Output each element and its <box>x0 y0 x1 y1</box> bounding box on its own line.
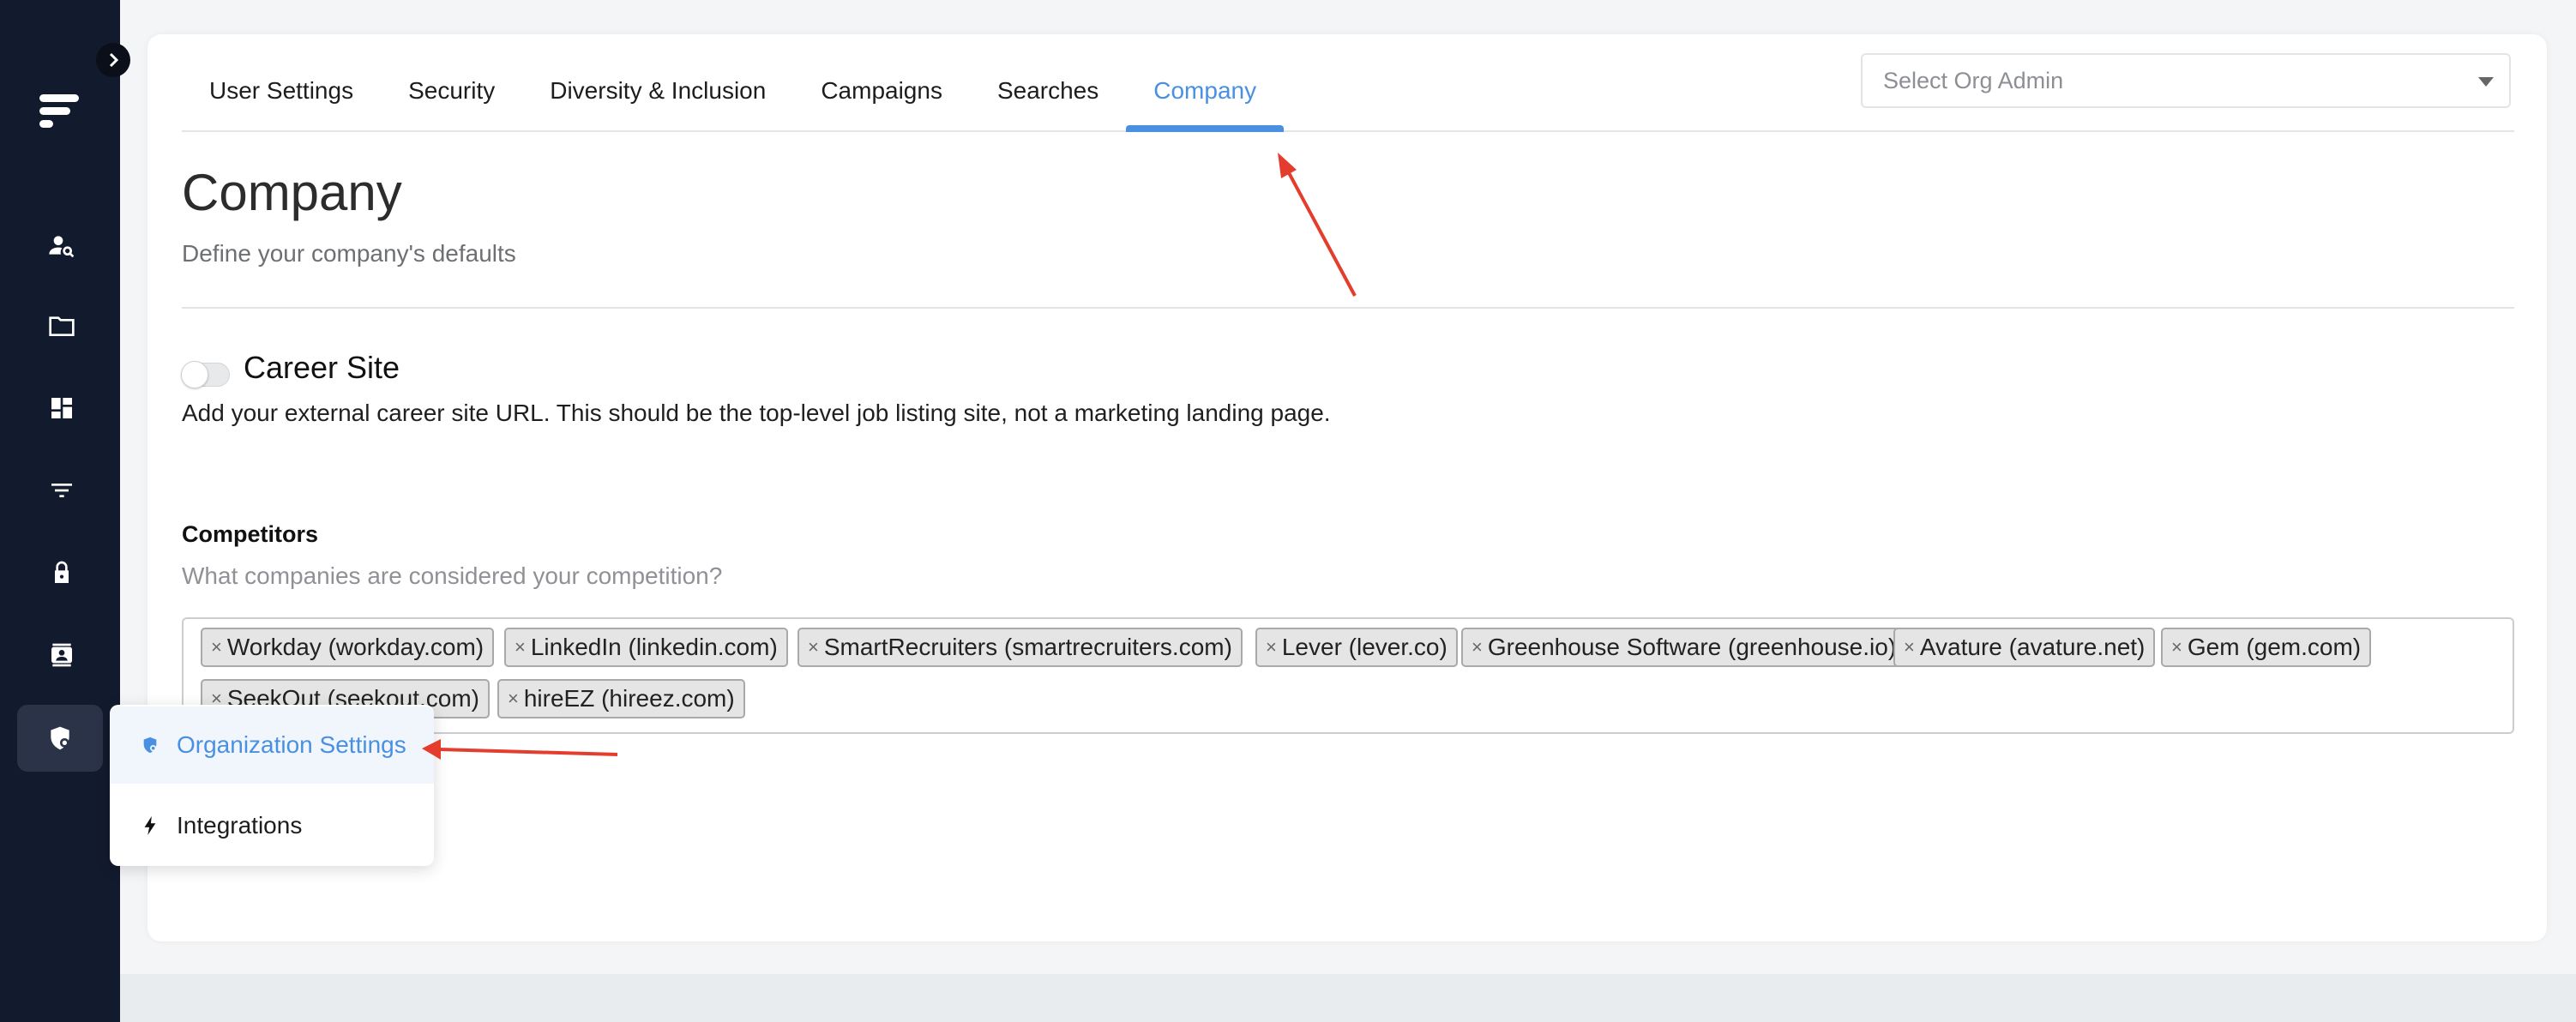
sidebar-expand-button[interactable] <box>96 43 130 77</box>
career-site-title: Career Site <box>244 350 400 385</box>
tag-label: LinkedIn (linkedin.com) <box>530 634 778 660</box>
remove-tag-icon[interactable]: × <box>1266 636 1277 658</box>
toggle-knob <box>181 361 208 388</box>
sidebar <box>0 0 120 1022</box>
remove-tag-icon[interactable]: × <box>211 636 222 658</box>
tag-label: Workday (workday.com) <box>226 634 485 660</box>
tab-security[interactable]: Security <box>381 77 522 130</box>
competitor-tag: × Gem (gem.com) <box>2161 628 2372 667</box>
tag-label: Greenhouse Software (greenhouse.io) <box>1487 634 1897 660</box>
tab-campaigns[interactable]: Campaigns <box>793 77 970 130</box>
tab-company[interactable]: Company <box>1126 77 1284 132</box>
person-search-icon[interactable] <box>34 218 89 273</box>
tab-searches[interactable]: Searches <box>970 77 1126 130</box>
tag-label: Avature (avature.net) <box>1919 634 2146 660</box>
settings-popover-menu: Organization Settings Integrations <box>110 705 434 866</box>
page-title: Company <box>182 164 402 221</box>
shield-gear-icon <box>139 734 161 756</box>
remove-tag-icon[interactable]: × <box>508 688 519 710</box>
remove-tag-icon[interactable]: × <box>2171 636 2182 658</box>
menu-item-label: Integrations <box>177 812 303 839</box>
tab-diversity-inclusion[interactable]: Diversity & Inclusion <box>522 77 793 130</box>
remove-tag-icon[interactable]: × <box>1904 636 1915 658</box>
contact-card-icon[interactable] <box>34 628 89 682</box>
career-site-description: Add your external career site URL. This … <box>182 400 1331 426</box>
caret-down-icon <box>2478 77 2494 87</box>
competitor-tag: × LinkedIn (linkedin.com) <box>504 628 788 667</box>
menu-item-integrations[interactable]: Integrations <box>110 787 434 864</box>
tag-label: Lever (lever.co) <box>1281 634 1447 660</box>
settings-card: User Settings Security Diversity & Inclu… <box>147 34 2547 941</box>
competitor-tag: × SmartRecruiters (smartrecruiters.com) <box>797 628 1243 667</box>
competitor-tag: × Workday (workday.com) <box>201 628 495 667</box>
competitors-label: Competitors <box>182 521 319 547</box>
menu-item-organization-settings[interactable]: Organization Settings <box>110 706 434 784</box>
page-footer-strip <box>120 974 2576 1022</box>
org-admin-select[interactable]: Select Org Admin <box>1861 53 2511 108</box>
menu-item-label: Organization Settings <box>177 731 406 758</box>
lock-icon[interactable] <box>34 545 89 600</box>
shield-gear-icon <box>51 726 69 750</box>
competitors-help-text: What companies are considered your compe… <box>182 562 723 589</box>
career-site-toggle[interactable] <box>181 361 230 388</box>
folder-icon[interactable] <box>34 298 89 353</box>
remove-tag-icon[interactable]: × <box>1472 636 1483 658</box>
chevron-right-icon <box>109 52 119 68</box>
competitor-tag: × Avature (avature.net) <box>1893 628 2156 667</box>
competitor-tag: × Greenhouse Software (greenhouse.io) <box>1461 628 1907 667</box>
page-subtitle: Define your company's defaults <box>182 240 516 267</box>
tag-label: SmartRecruiters (smartrecruiters.com) <box>823 634 1232 660</box>
tag-label: Gem (gem.com) <box>2187 634 2362 660</box>
tag-label: hireEZ (hireez.com) <box>523 685 735 712</box>
organization-settings-nav-button[interactable] <box>17 705 103 772</box>
org-admin-select-placeholder: Select Org Admin <box>1883 67 2064 93</box>
lightning-icon <box>139 815 161 837</box>
remove-tag-icon[interactable]: × <box>515 636 526 658</box>
dashboard-icon[interactable] <box>34 381 89 436</box>
remove-tag-icon[interactable]: × <box>808 636 819 658</box>
app-logo-icon[interactable] <box>38 89 86 137</box>
section-divider <box>182 307 2514 309</box>
competitor-tag: × hireEZ (hireez.com) <box>497 679 745 718</box>
competitors-tag-input[interactable]: × Workday (workday.com) × LinkedIn (linked… <box>182 617 2514 734</box>
competitor-tag: × Lever (lever.co) <box>1255 628 1458 667</box>
filter-icon[interactable] <box>34 463 89 518</box>
tab-user-settings[interactable]: User Settings <box>182 77 381 130</box>
